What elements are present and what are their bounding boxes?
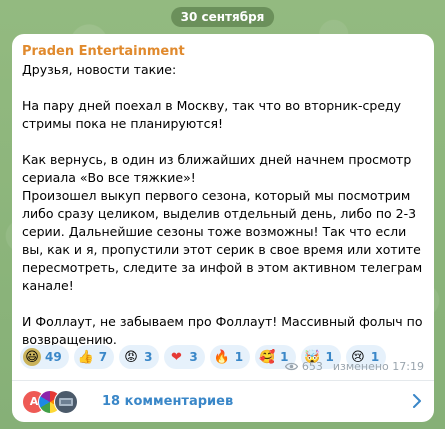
edited-timestamp: изменено 17:19 (332, 360, 424, 373)
view-count: 653 (301, 360, 323, 373)
hearts-face-icon: 🥰 (259, 349, 276, 365)
chevron-right-icon (413, 394, 421, 408)
comments-button[interactable]: A 18 комментариев (12, 381, 434, 422)
post-paragraph: На пару дней поехал в Москву, так что во… (22, 98, 402, 131)
reaction-angry[interactable]: 😡 3 (119, 345, 160, 369)
reaction-thumbs-up[interactable]: 👍 7 (73, 345, 115, 369)
fire-icon: 🔥 (213, 349, 230, 365)
commenter-avatars: A (22, 389, 88, 414)
reaction-fire[interactable]: 🔥 1 (209, 345, 251, 369)
eye-icon (284, 362, 298, 371)
post-paragraph: Друзья, новости такие: (22, 62, 177, 77)
heart-hands-icon: ❤ (170, 349, 182, 365)
sender-name[interactable]: Praden Entertainment (22, 44, 185, 59)
reaction-smiley[interactable]: 😃 49 (20, 345, 69, 369)
date-separator: 30 сентября (170, 7, 275, 27)
channel-post: Praden Entertainment Друзья, новости так… (12, 34, 434, 422)
post-text: Друзья, новости такие: На пару дней поех… (22, 61, 427, 349)
reaction-count: 3 (144, 350, 153, 364)
reaction-heart-hands[interactable]: ❤ 3 (164, 345, 205, 369)
comments-count-label: 18 комментариев (102, 394, 234, 409)
smiley-sticker-icon: 😃 (23, 348, 41, 366)
reaction-count: 3 (189, 350, 198, 364)
reaction-count: 1 (234, 350, 244, 364)
post-meta: 653 изменено 17:19 (284, 360, 424, 373)
avatar-image-icon (59, 397, 73, 406)
post-paragraph: Как вернусь, в один из ближайших дней на… (22, 152, 423, 293)
avatar (54, 389, 78, 414)
reaction-count: 7 (98, 350, 108, 364)
reaction-count: 49 (45, 350, 62, 364)
post-paragraph: И Фоллаут, не забываем про Фоллаут! Масс… (22, 314, 423, 347)
angry-face-icon: 😡 (124, 349, 138, 365)
thumbs-up-icon: 👍 (77, 349, 94, 365)
